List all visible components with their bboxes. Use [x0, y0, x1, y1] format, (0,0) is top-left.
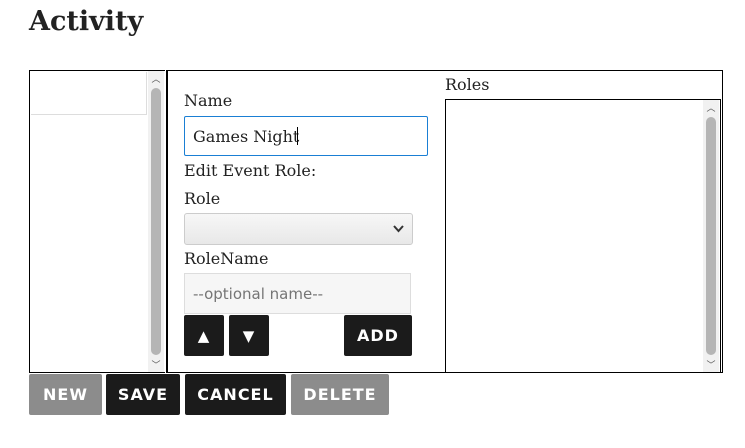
name-input[interactable]: Games Night	[184, 116, 428, 156]
role-select[interactable]	[184, 213, 413, 245]
page-title: Activity	[29, 6, 144, 37]
move-down-button[interactable]: ▼	[229, 315, 269, 356]
scroll-down-icon[interactable]: ﹀	[148, 358, 164, 371]
roles-label: Roles	[445, 75, 490, 94]
chevron-down-icon	[393, 225, 404, 233]
list-item[interactable]	[31, 72, 147, 115]
activity-list[interactable]: ︿ ﹀	[29, 70, 165, 373]
role-name-label: RoleName	[184, 249, 269, 268]
activity-list-scrollbar[interactable]: ︿ ﹀	[148, 71, 164, 372]
add-role-button[interactable]: ADD	[344, 315, 412, 356]
role-name-input[interactable]	[184, 273, 411, 314]
roles-list[interactable]: ︿ ﹀	[445, 99, 721, 373]
new-button[interactable]: NEW	[29, 374, 102, 415]
cancel-button[interactable]: CANCEL	[185, 374, 286, 415]
name-input-value: Games Night	[193, 126, 300, 146]
save-button[interactable]: SAVE	[106, 374, 180, 415]
scroll-up-icon[interactable]: ︿	[148, 72, 164, 85]
role-label: Role	[184, 189, 221, 208]
edit-role-heading: Edit Event Role:	[184, 161, 317, 180]
scroll-down-icon[interactable]: ﹀	[703, 358, 719, 371]
delete-button[interactable]: DELETE	[291, 374, 389, 415]
move-up-button[interactable]: ▲	[184, 315, 224, 356]
scrollbar-thumb[interactable]	[706, 117, 716, 355]
roles-list-scrollbar[interactable]: ︿ ﹀	[703, 100, 719, 372]
name-label: Name	[184, 91, 233, 110]
scrollbar-thumb[interactable]	[151, 88, 161, 355]
scroll-up-icon[interactable]: ︿	[703, 101, 719, 114]
